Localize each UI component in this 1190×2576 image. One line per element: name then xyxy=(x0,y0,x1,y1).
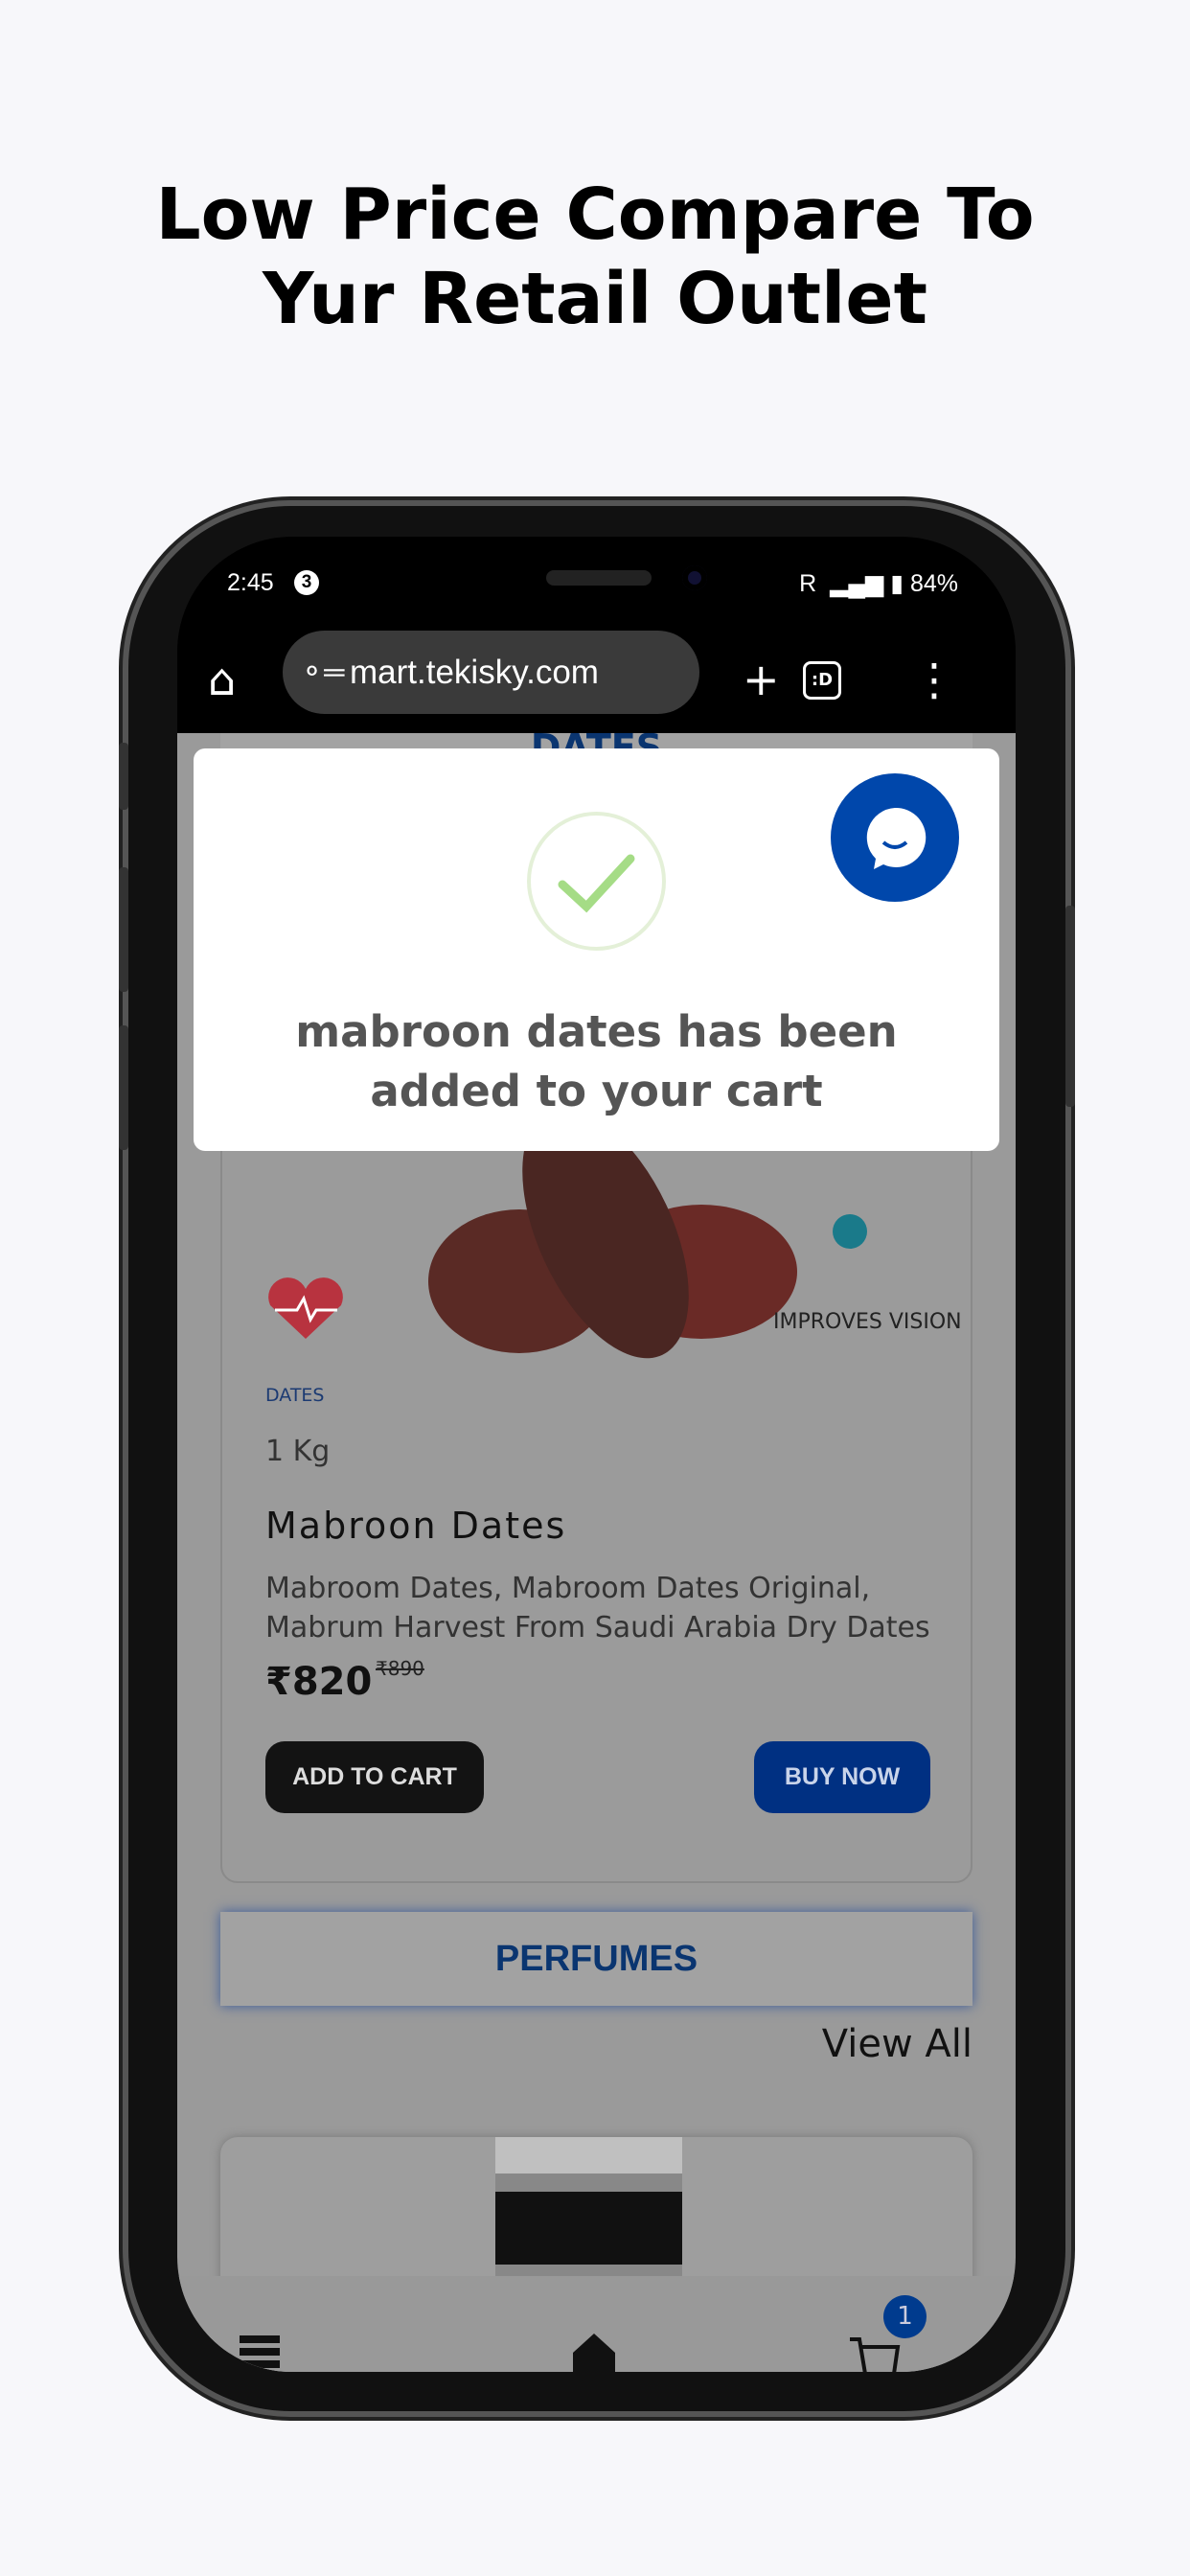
bottom-navigation: 1 xyxy=(177,2276,1016,2372)
address-bar[interactable]: ⚬═ mart.tekisky.com xyxy=(283,631,699,714)
status-right: R ▂▄▆ ▮ 84% xyxy=(799,569,958,598)
chat-button[interactable] xyxy=(831,773,959,902)
new-tab-plus-icon[interactable]: + xyxy=(743,654,780,705)
tab-switcher-icon[interactable]: :D xyxy=(803,661,841,700)
url-text: mart.tekisky.com xyxy=(350,654,599,691)
browser-toolbar: ⌂ ⚬═ mart.tekisky.com + :D ⋮ xyxy=(177,631,1016,733)
phone-power-button xyxy=(1065,906,1075,1107)
product-quantity: 1 Kg xyxy=(265,1435,331,1468)
product-image[interactable]: IMPROVES VISION xyxy=(222,1118,971,1392)
front-camera xyxy=(682,565,707,590)
tab-switcher-label: :D xyxy=(811,670,834,690)
status-bar: 2:45 3 R ▂▄▆ ▮ 84% xyxy=(177,537,1016,632)
status-time: 2:45 xyxy=(227,569,274,596)
dialog-message: mabroon dates has been added to your car… xyxy=(295,1006,898,1116)
notification-count-badge: 3 xyxy=(294,570,319,595)
add-to-cart-button[interactable]: ADD TO CART xyxy=(265,1741,484,1813)
image-caption: IMPROVES VISION xyxy=(773,1310,962,1334)
phone-volume-up xyxy=(119,867,128,992)
earpiece-speaker xyxy=(546,570,652,586)
headline-line-2: Yur Retail Outlet xyxy=(262,258,927,340)
battery-icon: ▮ xyxy=(890,570,904,597)
product-description: Mabroom Dates, Mabroom Dates Original, M… xyxy=(265,1572,930,1644)
cart-count-badge: 1 xyxy=(883,2295,927,2338)
dates-image xyxy=(428,1128,797,1359)
heart-strength-icon xyxy=(268,1277,343,1339)
signal-icon: ▂▄▆ xyxy=(823,570,891,597)
home-nav-icon[interactable] xyxy=(570,2334,618,2372)
site-settings-icon[interactable]: ⚬═ xyxy=(300,631,344,714)
headline-line-1: Low Price Compare To xyxy=(155,173,1035,256)
phone-volume-down xyxy=(119,1025,128,1150)
promo-headline: Low Price Compare To Yur Retail Outlet xyxy=(0,172,1190,341)
product-category: DATES xyxy=(265,1385,325,1406)
phone-side-button xyxy=(119,743,128,810)
cart-icon[interactable] xyxy=(848,2335,905,2372)
phone-screen: 2:45 3 R ▂▄▆ ▮ 84% ⌂ ⚬═ mart.tekisky.com… xyxy=(177,537,1016,2372)
network-indicator: R xyxy=(799,570,817,597)
eye-vision-icon xyxy=(812,1200,888,1276)
buy-now-button[interactable]: BUY NOW xyxy=(754,1741,930,1813)
check-icon xyxy=(558,854,635,913)
product-name[interactable]: Mabroon Dates xyxy=(265,1505,566,1547)
product-mrp: ₹890 xyxy=(376,1657,424,1680)
chat-bubble-icon xyxy=(866,807,927,869)
section-title-perfumes: PERFUMES xyxy=(220,1912,973,2006)
product-price: ₹820 xyxy=(265,1660,373,1704)
web-content: DATES IMPROVES VISION DATES 1 Kg Mabroon… xyxy=(177,733,1016,2372)
product-card[interactable]: IMPROVES VISION DATES 1 Kg Mabroon Dates… xyxy=(220,1116,973,1883)
added-to-cart-dialog: mabroon dates has been added to your car… xyxy=(194,748,999,1151)
battery-percent: 84% xyxy=(909,570,958,597)
home-icon[interactable]: ⌂ xyxy=(208,654,236,705)
more-menu-icon[interactable]: ⋮ xyxy=(912,654,956,705)
view-all-link[interactable]: View All xyxy=(822,2022,973,2066)
success-check-circle xyxy=(527,812,666,951)
menu-icon[interactable] xyxy=(240,2335,280,2369)
